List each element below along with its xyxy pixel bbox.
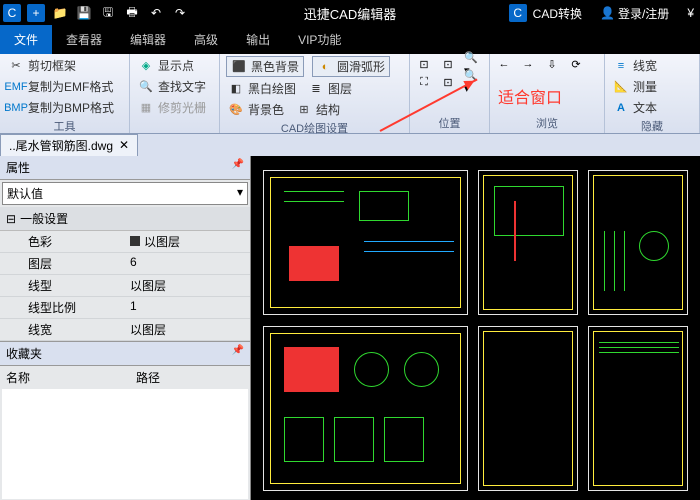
tab-viewer[interactable]: 查看器 — [52, 25, 116, 54]
pos-icon-1[interactable]: ⊡ — [416, 56, 432, 72]
cad-convert-button[interactable]: CCAD转换 — [500, 2, 588, 24]
ribbon: ✂剪切框架 EMF复制为EMF格式 BMP复制为BMP格式 工具 ◈显示点 🔍查… — [0, 54, 700, 134]
prop-row: 图层6 — [0, 253, 250, 275]
open-icon[interactable]: 📁 — [51, 4, 69, 22]
currency-button[interactable]: ¥ — [681, 4, 700, 22]
callout-label: 适合窗口 — [498, 84, 562, 108]
linewidth-button[interactable]: ≡线宽 — [611, 56, 693, 75]
struct-button[interactable]: ⊞结构 — [294, 100, 342, 119]
bw-draw-button[interactable]: ◧黑白绘图 — [226, 79, 298, 98]
main-tabs: 文件 查看器 编辑器 高级 输出 VIP功能 — [0, 26, 700, 54]
clip-frame-button[interactable]: ✂剪切框架 — [6, 56, 123, 75]
prop-row: 线型以图层 — [0, 275, 250, 297]
trim-raster-button[interactable]: ▦修剪光栅 — [136, 98, 213, 117]
saveas-icon[interactable]: 🖫 — [99, 4, 117, 22]
nav-left-icon[interactable]: ← — [496, 56, 512, 72]
show-point-button[interactable]: ◈显示点 — [136, 56, 213, 75]
default-combo[interactable]: 默认值▾ — [2, 182, 248, 205]
measure-button[interactable]: 📐测量 — [611, 77, 693, 96]
close-tab-icon[interactable]: ✕ — [119, 138, 129, 152]
group-hide-label: 隐藏 — [611, 117, 693, 134]
pos-icon-2[interactable]: ⊡ — [440, 56, 456, 72]
pin-icon[interactable]: 📌 — [232, 345, 244, 362]
app-logo-icon: C — [3, 4, 21, 22]
pin-icon[interactable]: 📌 — [232, 159, 244, 176]
favorites-header: 收藏夹📌 — [0, 342, 250, 366]
nav-right-icon[interactable]: → — [520, 56, 536, 72]
tab-output[interactable]: 输出 — [232, 25, 284, 54]
tab-editor[interactable]: 编辑器 — [116, 25, 180, 54]
properties-header: 属性📌 — [0, 156, 250, 180]
pos-icon-4[interactable]: ⊡ — [440, 74, 456, 90]
tab-vip[interactable]: VIP功能 — [284, 25, 355, 54]
group-cad-label: CAD绘图设置 — [226, 119, 403, 136]
layer-button[interactable]: ≣图层 — [306, 79, 354, 98]
drawing-canvas[interactable] — [251, 156, 700, 500]
login-button[interactable]: 👤登录/注册 — [594, 3, 675, 24]
new-icon[interactable]: + — [27, 4, 45, 22]
black-bg-button[interactable]: ⬛黑色背景 — [226, 56, 304, 77]
tab-advanced[interactable]: 高级 — [180, 25, 232, 54]
chevron-down-icon: ▾ — [237, 185, 243, 202]
prop-row: 色彩■以图层以图层 — [0, 231, 250, 253]
bgcolor-button[interactable]: 🎨背景色 — [226, 100, 286, 119]
app-title: 迅捷CAD编辑器 — [304, 4, 396, 23]
rotate-icon[interactable]: ⟳ — [568, 56, 584, 72]
favorites-list[interactable] — [2, 389, 248, 499]
copy-bmp-button[interactable]: BMP复制为BMP格式 — [6, 98, 123, 117]
undo-icon[interactable]: ↶ — [147, 4, 165, 22]
group-pos-label: 位置 — [416, 114, 483, 131]
fit-window-button[interactable]: ⛶ — [416, 74, 432, 90]
print-icon[interactable]: 🖶 — [123, 4, 141, 22]
copy-emf-button[interactable]: EMF复制为EMF格式 — [6, 77, 123, 96]
prop-row: 线型比例1 — [0, 297, 250, 319]
find-text-button[interactable]: 🔍查找文字 — [136, 77, 213, 96]
save-icon[interactable]: 💾 — [75, 4, 93, 22]
general-settings-header[interactable]: ⊟一般设置 — [0, 207, 250, 231]
prop-row: 线宽以图层 — [0, 319, 250, 341]
document-tab[interactable]: ..尾水管钢筋图.dwg✕ — [0, 134, 138, 157]
nav-down-icon[interactable]: ⇩ — [544, 56, 560, 72]
tab-file[interactable]: 文件 — [0, 25, 52, 54]
text-button[interactable]: A文本 — [611, 98, 693, 117]
smooth-arc-button[interactable]: ◐圆滑弧形 — [312, 56, 390, 77]
group-browse-label: 浏览 — [496, 114, 598, 131]
favorites-columns: 名称路径 — [0, 366, 250, 389]
redo-icon[interactable]: ↷ — [171, 4, 189, 22]
group-tools-label: 工具 — [6, 117, 123, 134]
